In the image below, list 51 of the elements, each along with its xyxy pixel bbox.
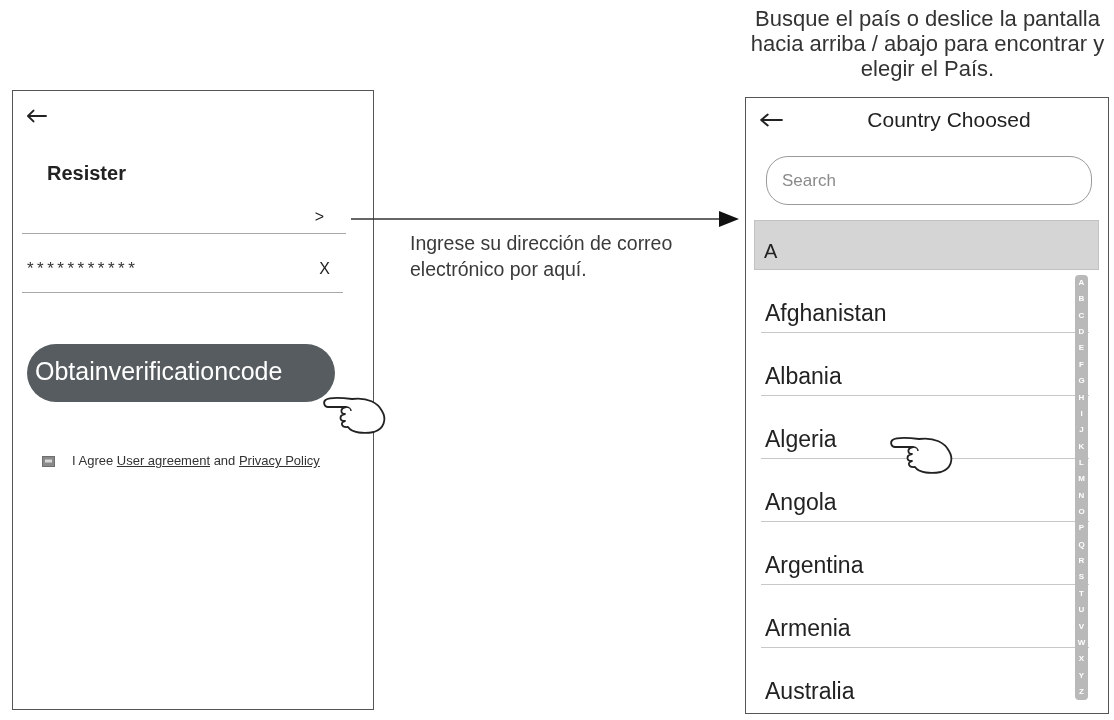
country-item[interactable]: Algeria (761, 396, 1069, 458)
country-item[interactable]: Afghanistan (761, 270, 1069, 332)
index-letter[interactable]: Y (1078, 670, 1085, 681)
agreement-text: I Agree User agreement and Privacy Policy (72, 453, 320, 469)
section-header: A (754, 220, 1099, 270)
country-item[interactable]: Armenia (761, 585, 1069, 647)
checkbox[interactable] (42, 455, 55, 467)
index-letter[interactable]: G (1078, 376, 1085, 387)
password-text: *********** (27, 259, 139, 279)
index-letter[interactable]: Z (1079, 687, 1084, 697)
link[interactable]: User agreement (116, 453, 211, 468)
country-item[interactable]: Angola (761, 459, 1069, 521)
screen-title: Country Choosed (866, 107, 1032, 133)
index-letter[interactable]: H (1078, 392, 1085, 403)
index-letter[interactable]: N (1078, 490, 1085, 501)
index-letter[interactable]: D (1078, 327, 1085, 338)
index-letter[interactable]: A (1078, 278, 1085, 288)
index-letter[interactable]: B (1078, 294, 1085, 305)
index-letter[interactable]: Q (1078, 539, 1085, 550)
clear-button[interactable]: X (319, 259, 330, 279)
obtain-code-button[interactable]: Obtainverificationcode (27, 344, 335, 402)
index-letter[interactable]: M (1078, 474, 1085, 485)
index-letter[interactable]: L (1079, 457, 1084, 468)
search-field[interactable]: Search (766, 156, 1092, 205)
index-letter[interactable]: F (1079, 359, 1084, 370)
country-item[interactable]: Albania (761, 333, 1069, 395)
index-letter[interactable]: P (1078, 523, 1085, 534)
index-letter[interactable]: X (1078, 654, 1085, 665)
index-letter[interactable]: V (1078, 621, 1085, 632)
link[interactable]: Privacy Policy (238, 453, 320, 468)
index-letter[interactable]: S (1078, 572, 1085, 583)
index-letter[interactable]: W (1077, 637, 1086, 648)
instruction-text: Busque el país o deslice la pantalla hacia arriba / abajo para encontrar y elegir el País. (749, 6, 1106, 81)
password-field[interactable]: *********** X (22, 250, 343, 293)
index-letter[interactable]: O (1078, 507, 1085, 518)
index-letter[interactable]: I (1080, 408, 1083, 419)
instruction-text: Ingrese su dirección de correo electrónico por aquí. (410, 231, 674, 282)
back-arrow-icon[interactable] (759, 113, 783, 127)
index-letter[interactable]: J (1079, 425, 1084, 436)
index-letter[interactable]: E (1078, 343, 1085, 354)
index-letter[interactable]: K (1078, 441, 1085, 452)
screen-title: Resister (47, 161, 126, 185)
country-item[interactable]: Australia (761, 648, 1069, 710)
country-item[interactable]: Argentina (761, 522, 1069, 584)
index-letter[interactable]: T (1079, 588, 1084, 599)
next-button[interactable]: > (314, 207, 324, 227)
index-letter[interactable]: U (1078, 605, 1085, 616)
index-letter[interactable]: C (1078, 310, 1085, 321)
back-arrow-icon[interactable] (26, 109, 47, 123)
email-field[interactable]: > (22, 197, 346, 234)
index-letter[interactable]: R (1078, 556, 1085, 567)
